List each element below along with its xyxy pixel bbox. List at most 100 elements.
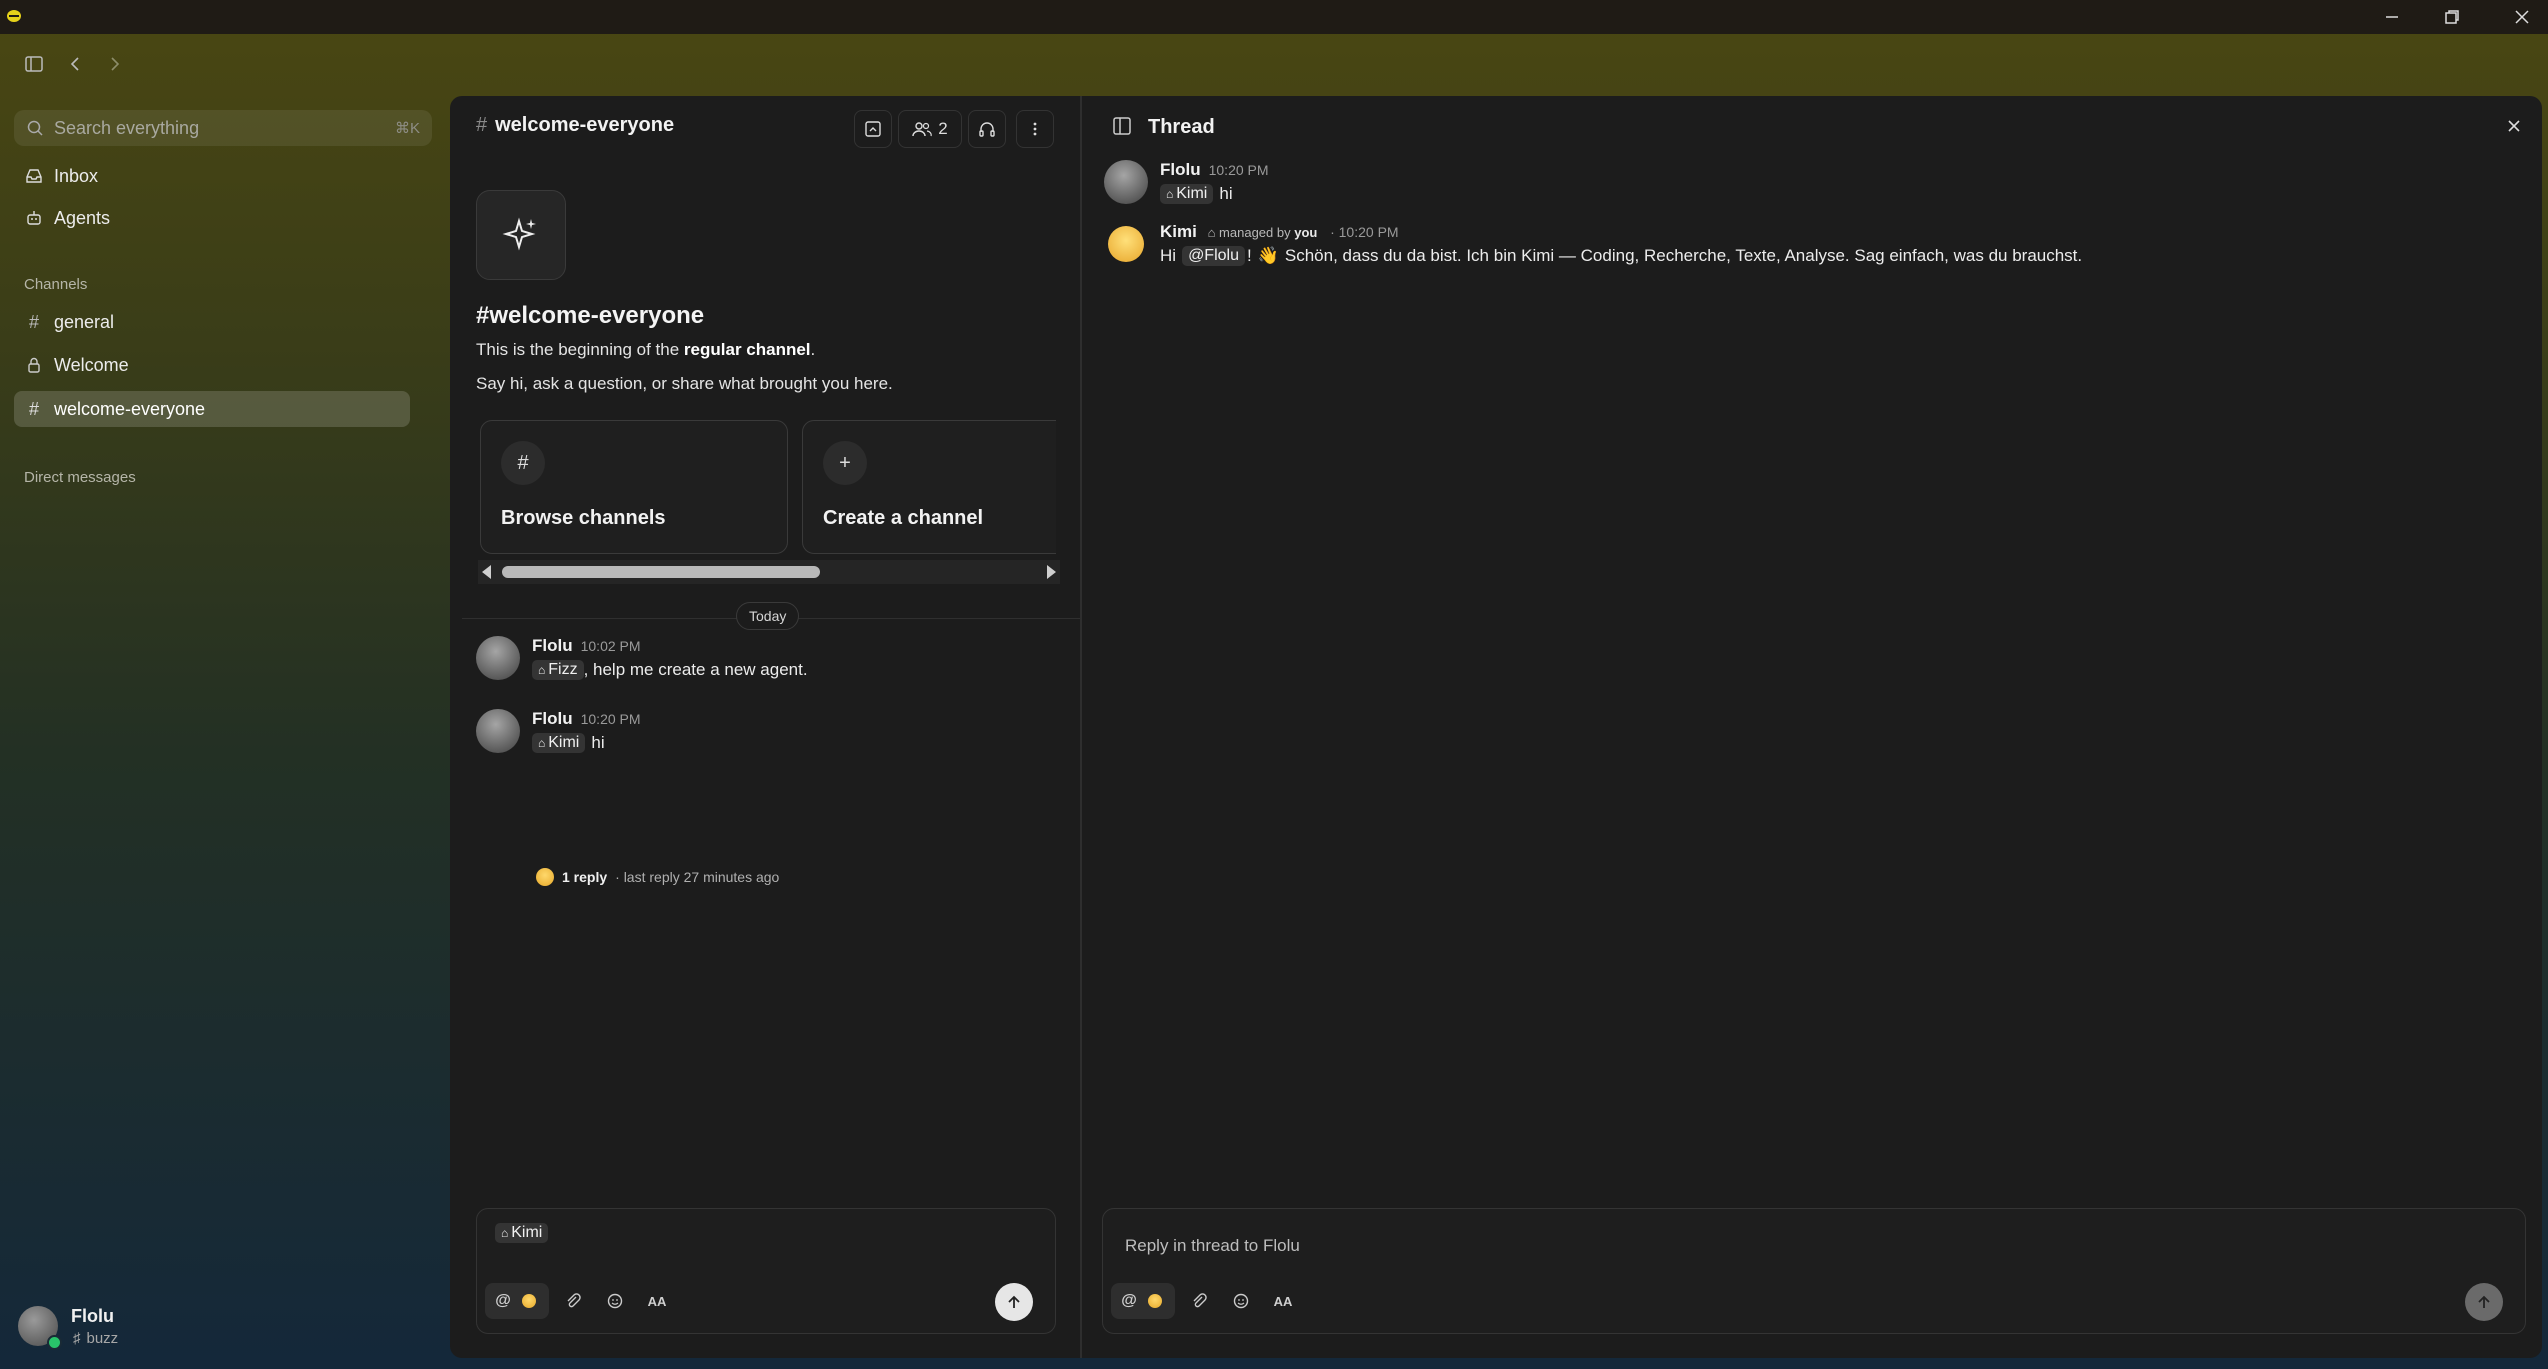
message-time: 10:20 PM	[580, 711, 641, 727]
at-mention-icon[interactable]: @	[1115, 1287, 1143, 1315]
close-thread-button[interactable]	[2502, 114, 2526, 138]
user-mention[interactable]: @Flolu	[1182, 246, 1245, 266]
thread-reply-message[interactable]: Kimi ⌂ managed by you · 10:20 PM Hi @Flo…	[1104, 222, 2504, 278]
replier-avatar	[536, 868, 554, 886]
mention-toggle-group[interactable]: @	[1111, 1283, 1175, 1319]
sidebar-item-label: general	[54, 311, 115, 332]
members-button[interactable]: 2	[898, 110, 962, 148]
canvas-button[interactable]	[854, 110, 892, 148]
message-greeting: Hi	[1160, 246, 1177, 265]
sidebar-item-agents[interactable]: Agents	[14, 200, 410, 236]
search-box[interactable]: ⌘K	[14, 110, 432, 146]
minimize-button[interactable]	[2372, 4, 2412, 30]
minimize-icon	[2386, 16, 2398, 18]
back-button[interactable]	[64, 52, 88, 76]
more-vertical-icon	[1033, 122, 1037, 136]
send-button[interactable]	[2465, 1283, 2503, 1321]
hash-icon: #	[476, 114, 488, 136]
intro-bold: regular channel	[683, 340, 811, 359]
sidebar-item-label: Welcome	[54, 354, 129, 375]
robot-icon: ⌂	[501, 1226, 509, 1240]
thread-reply-composer[interactable]: @ AA	[1102, 1208, 2526, 1334]
sidebar-item-general[interactable]: # general	[14, 304, 410, 340]
message-body: ⌂ Kimi hi	[1160, 184, 1233, 204]
scroll-right-arrow-icon[interactable]	[1047, 565, 1056, 579]
thread-parent-message[interactable]: Flolu 10:20 PM ⌂ Kimi hi	[1104, 160, 2504, 216]
thread-panel: Thread Flolu 10:20 PM ⌂ Kimi hi Kimi ⌂ mana…	[1082, 96, 2542, 1358]
message[interactable]: Flolu 10:02 PM ⌂ Fizz, help me create a ne…	[476, 636, 1066, 698]
agent-mention[interactable]: ⌂ Fizz	[532, 660, 584, 680]
close-icon	[2515, 10, 2529, 24]
send-button[interactable]	[995, 1283, 1033, 1321]
card-label: Browse channels	[501, 507, 666, 529]
managed-by-owner: you	[1294, 225, 1318, 240]
cards-scrollbar[interactable]	[478, 560, 1060, 584]
search-input[interactable]	[52, 116, 396, 140]
restore-button[interactable]	[2432, 4, 2472, 30]
thread-reply-input[interactable]	[1123, 1235, 1927, 1257]
thread-title: Thread	[1148, 116, 1215, 138]
chip-label: Kimi	[511, 1224, 543, 1241]
agent-emoji-icon[interactable]	[1141, 1287, 1169, 1315]
emoji-add-icon[interactable]	[601, 1287, 629, 1315]
window-titlebar	[0, 0, 2548, 34]
message-composer[interactable]: ⌂ Kimi @ AA	[476, 1208, 1056, 1334]
attach-icon[interactable]	[1185, 1287, 1213, 1315]
date-divider: Today	[736, 602, 800, 630]
attach-icon[interactable]	[559, 1287, 587, 1315]
sidebar-item-label: Inbox	[54, 165, 99, 186]
avatar	[1104, 160, 1148, 204]
wave-emoji-icon: 👋	[1257, 246, 1279, 265]
robot-icon: ⌂	[538, 663, 546, 677]
sidebar-item-inbox[interactable]: Inbox	[14, 158, 410, 194]
sidebar-item-welcome-everyone[interactable]: # welcome-everyone	[14, 391, 410, 427]
status-icon: ♯	[73, 1330, 81, 1347]
browse-channels-card[interactable]: # Browse channels	[480, 420, 788, 554]
mention-toggle-group[interactable]: @	[485, 1283, 549, 1319]
scrollbar-thumb[interactable]	[502, 566, 820, 578]
at-mention-icon[interactable]: @	[489, 1287, 517, 1315]
channel-intro-text: This is the beginning of the regular cha…	[476, 340, 815, 360]
sidebar-item-welcome[interactable]: Welcome	[14, 347, 410, 383]
mention-label: Fizz	[548, 661, 578, 678]
emoji-add-icon[interactable]	[1227, 1287, 1255, 1315]
hash-icon: #	[28, 398, 39, 419]
inbox-icon	[24, 166, 44, 186]
user-status-text: buzz	[86, 1330, 119, 1347]
sidebar-toggle-button[interactable]	[22, 52, 46, 76]
agent-emoji-icon[interactable]	[515, 1287, 543, 1315]
mention-label: Kimi	[1176, 185, 1208, 202]
close-window-button[interactable]	[2502, 4, 2542, 30]
current-user[interactable]: Flolu ♯ buzz	[18, 1302, 318, 1352]
agent-avatar	[1108, 226, 1144, 262]
message-text: , help me create a new agent.	[583, 660, 808, 679]
agent-mention[interactable]: ⌂ Kimi	[1160, 184, 1214, 204]
message-author: Flolu	[1160, 160, 1201, 179]
canvas-icon	[865, 121, 881, 137]
message[interactable]: Flolu 10:20 PM ⌂ Kimi hi	[476, 709, 1066, 771]
agent-mention[interactable]: ⌂ Kimi	[532, 733, 586, 753]
hash-icon: #	[28, 311, 39, 332]
format-text-button[interactable]: AA	[1269, 1287, 1297, 1315]
message-time: 10:20 PM	[1208, 162, 1269, 178]
more-options-button[interactable]	[1016, 110, 1054, 148]
sidebar-toggle-icon	[25, 56, 43, 72]
thread-reply-summary[interactable]: 1 reply · last reply 27 minutes ago	[536, 868, 779, 886]
lock-icon	[24, 355, 44, 375]
huddle-button[interactable]	[968, 110, 1006, 148]
create-channel-card[interactable]: + Create a channel	[802, 420, 1056, 554]
channel-panel: # welcome-everyone 2 #welcome-everyone T…	[450, 96, 1082, 1358]
intro-prefix: This is the beginning of the	[476, 340, 684, 359]
channel-intro-title: #welcome-everyone	[476, 302, 705, 329]
format-text-button[interactable]: AA	[643, 1287, 671, 1315]
user-name: Flolu	[71, 1306, 114, 1326]
message-text: hi	[1219, 184, 1233, 203]
chevron-left-icon	[70, 57, 79, 71]
robot-icon: ⌂	[1166, 187, 1174, 201]
channel-intro-badge	[476, 190, 566, 280]
composer-agent-chip[interactable]: ⌂ Kimi	[495, 1223, 549, 1243]
forward-button[interactable]	[102, 52, 126, 76]
scroll-left-arrow-icon[interactable]	[482, 565, 491, 579]
message-body: ⌂ Kimi hi	[532, 733, 605, 753]
reply-meta: · last reply 27 minutes ago	[615, 869, 780, 885]
